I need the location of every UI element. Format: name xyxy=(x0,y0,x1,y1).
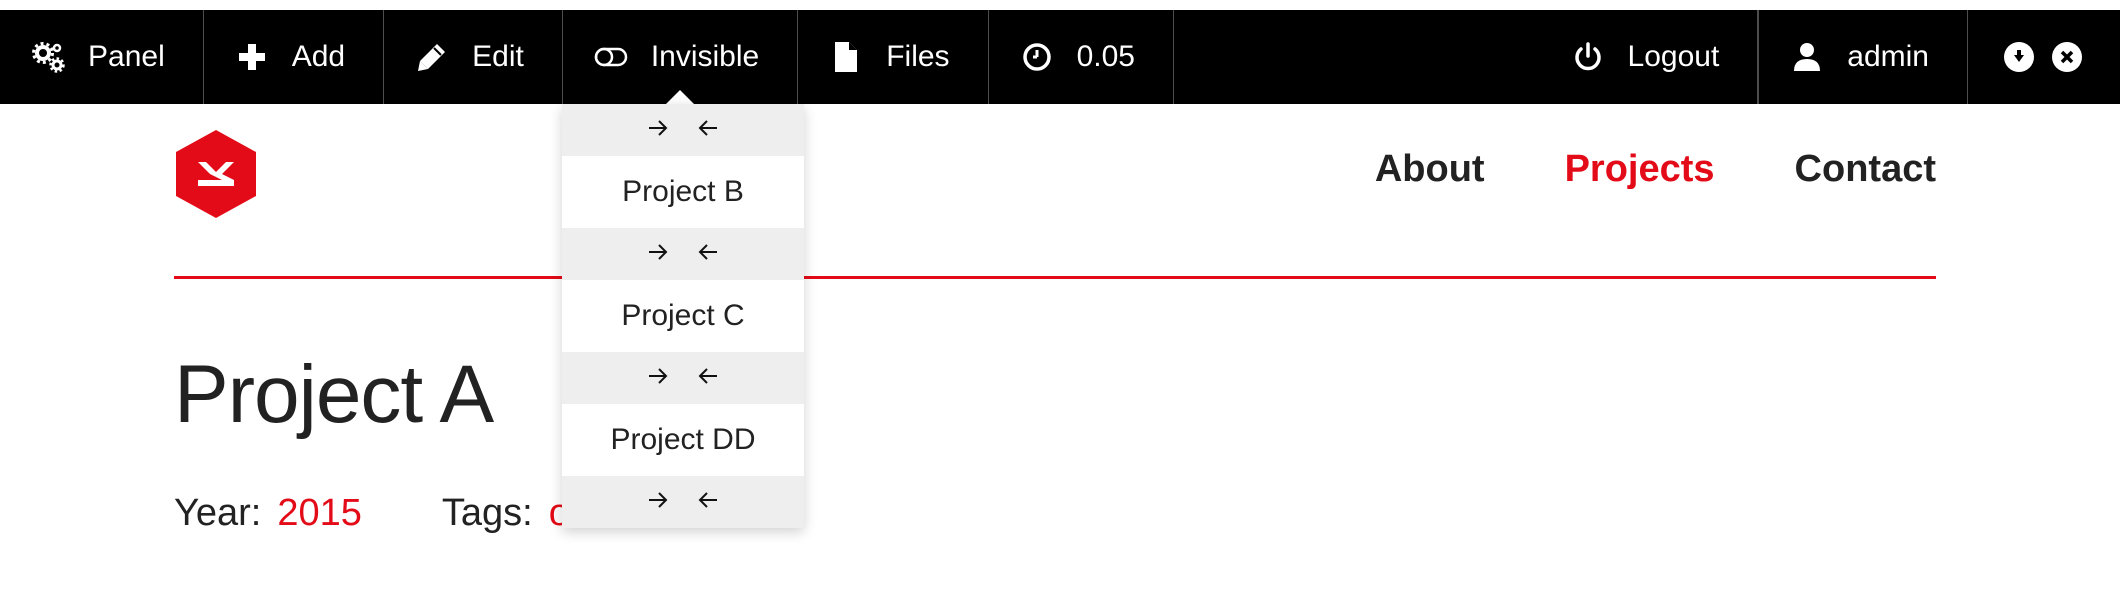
user-label: admin xyxy=(1847,40,1929,73)
sort-arrows-row xyxy=(562,476,804,528)
arrow-right-icon[interactable] xyxy=(646,489,670,516)
add-label: Add xyxy=(291,40,346,73)
arrow-right-icon[interactable] xyxy=(646,117,670,144)
year-label: Year: xyxy=(174,492,262,534)
clock-icon xyxy=(1019,39,1055,75)
admin-toolbar: Panel Add Edit Invisible Files 0.05 Logo… xyxy=(0,10,2120,104)
sort-arrows-row xyxy=(562,104,804,156)
year-value[interactable]: 2015 xyxy=(277,492,362,535)
dropdown-item-project-c[interactable]: Project C xyxy=(562,280,804,352)
nav-item-projects[interactable]: Projects xyxy=(1565,148,1715,191)
invisible-toggle[interactable]: Invisible xyxy=(563,10,799,104)
dropdown-item-project-b[interactable]: Project B xyxy=(562,156,804,228)
arrow-left-icon[interactable] xyxy=(696,117,720,144)
edit-button[interactable]: Edit xyxy=(384,10,563,104)
arrow-left-icon[interactable] xyxy=(696,241,720,268)
arrow-right-icon[interactable] xyxy=(646,365,670,392)
nav-item-contact[interactable]: Contact xyxy=(1795,148,1936,191)
invisible-label: Invisible xyxy=(650,40,760,73)
user-menu[interactable]: admin xyxy=(1758,10,1967,104)
logout-label: Logout xyxy=(1627,40,1720,73)
toggle-icon xyxy=(593,39,629,75)
load-time-value: 0.05 xyxy=(1076,40,1135,73)
invisible-pages-dropdown: Project B Project C Project DD xyxy=(562,104,804,528)
arrow-left-icon[interactable] xyxy=(696,489,720,516)
panel-button[interactable]: Panel xyxy=(0,10,204,104)
close-circle-icon[interactable] xyxy=(2052,42,2082,72)
tags-label: Tags: xyxy=(441,492,533,534)
files-label: Files xyxy=(886,40,950,73)
logout-button[interactable]: Logout xyxy=(1538,10,1759,104)
nav-item-about[interactable]: About xyxy=(1375,148,1485,191)
dropdown-item-project-dd[interactable]: Project DD xyxy=(562,404,804,476)
main-nav: About Projects Contact xyxy=(1375,148,1936,191)
arrow-right-icon[interactable] xyxy=(646,241,670,268)
plus-icon xyxy=(234,39,270,75)
kirby-hexagon-logo[interactable] xyxy=(174,128,258,220)
add-button[interactable]: Add xyxy=(204,10,385,104)
edit-label: Edit xyxy=(472,40,524,73)
download-circle-icon[interactable] xyxy=(2004,42,2034,72)
panel-label: Panel xyxy=(88,40,165,73)
load-time: 0.05 xyxy=(989,10,1174,104)
user-icon xyxy=(1789,39,1825,75)
files-button[interactable]: Files xyxy=(798,10,989,104)
power-icon xyxy=(1570,39,1606,75)
file-icon xyxy=(828,39,864,75)
toolbar-window-controls xyxy=(1967,10,2120,104)
sort-arrows-row xyxy=(562,228,804,280)
header-divider xyxy=(174,276,1936,279)
gears-icon xyxy=(30,39,66,75)
page-title: Project A xyxy=(174,349,494,440)
pencil-icon xyxy=(414,39,450,75)
sort-arrows-row xyxy=(562,352,804,404)
arrow-left-icon[interactable] xyxy=(696,365,720,392)
